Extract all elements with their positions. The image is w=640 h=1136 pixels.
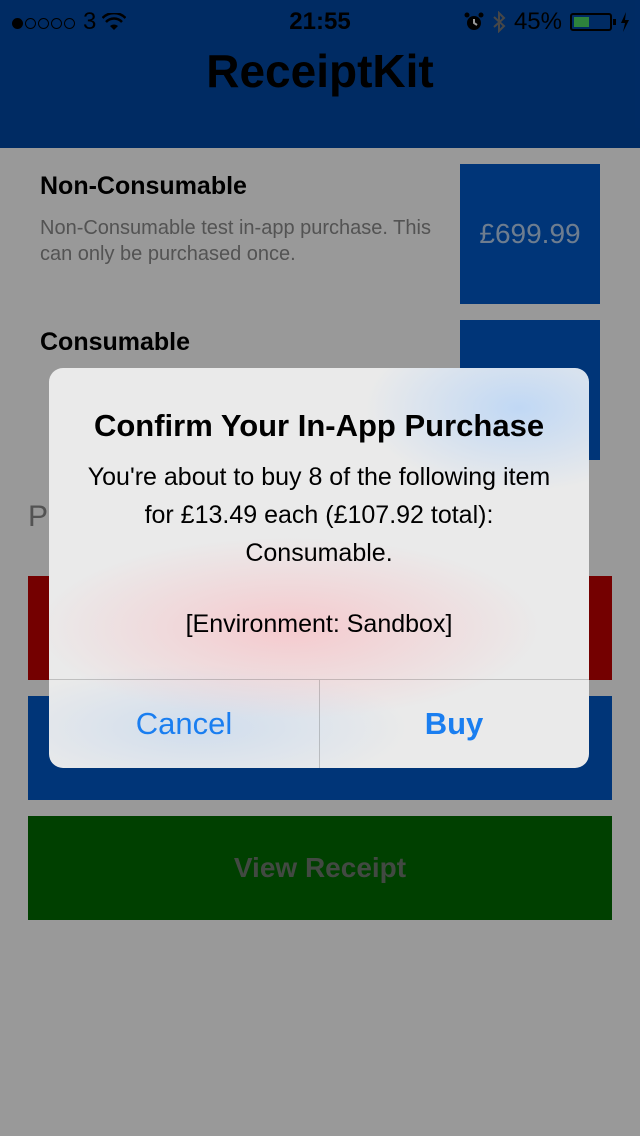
product-name: Consumable bbox=[40, 328, 191, 356]
alert-message: You're about to buy 8 of the following i… bbox=[87, 463, 551, 567]
status-bar: 3 21:55 45% bbox=[0, 0, 640, 40]
cancel-button[interactable]: Cancel bbox=[49, 680, 319, 768]
battery-percent: 45% bbox=[513, 8, 562, 35]
app-title: ReceiptKit bbox=[206, 45, 434, 97]
bluetooth-icon bbox=[493, 11, 506, 33]
alarm-icon bbox=[464, 12, 484, 30]
alert-title: Confirm Your In-App Purchase bbox=[93, 408, 545, 443]
battery-fill bbox=[574, 17, 590, 27]
charging-icon bbox=[621, 12, 629, 32]
alert-environment: [Environment: Sandbox] bbox=[185, 610, 453, 638]
price-button-non-consumable[interactable]: £699.99 bbox=[460, 164, 600, 304]
product-name: Non-Consumable bbox=[40, 172, 247, 200]
product-description: Non-Consumable test in-app purchase. Thi… bbox=[40, 217, 431, 265]
view-receipt-button[interactable]: View Receipt bbox=[28, 816, 612, 920]
section-label: P bbox=[28, 500, 49, 533]
purchase-confirm-alert: Confirm Your In-App Purchase You're abou… bbox=[49, 368, 589, 768]
product-consumable: Consumable bbox=[40, 328, 440, 371]
buy-button[interactable]: Buy bbox=[319, 680, 589, 768]
battery-icon bbox=[570, 13, 616, 31]
product-non-consumable: Non-Consumable Non-Consumable test in-ap… bbox=[40, 172, 440, 267]
